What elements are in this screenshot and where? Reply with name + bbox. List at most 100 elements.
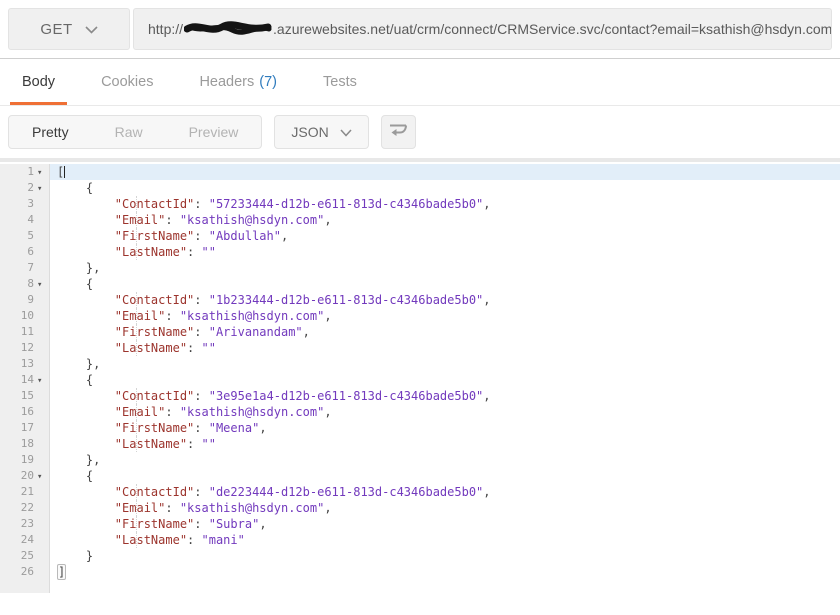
code-line: 10 "Email": "ksathish@hsdyn.com", <box>0 308 840 324</box>
code-line: 5 "FirstName": "Abdullah", <box>0 228 840 244</box>
code-line-text[interactable]: }, <box>50 260 840 276</box>
code-line-text[interactable]: "FirstName": "Abdullah", <box>50 228 840 244</box>
indent-guide <box>136 308 137 324</box>
gutter-cell: 21 <box>0 484 50 500</box>
code-line: 6 "LastName": "" <box>0 244 840 260</box>
response-view-toolbar: Pretty Raw Preview JSON <box>0 106 840 158</box>
view-pretty[interactable]: Pretty <box>9 116 92 148</box>
gutter-cell: 15 <box>0 388 50 404</box>
code-line-text[interactable]: "ContactId": "de223444-d12b-e611-813d-c4… <box>50 484 840 500</box>
headers-count-badge: (7) <box>259 74 277 90</box>
code-line-text[interactable]: "LastName": "mani" <box>50 532 840 548</box>
code-line: 13 }, <box>0 356 840 372</box>
fold-arrow-icon[interactable]: ▾ <box>37 472 42 482</box>
code-line-text[interactable]: "Email": "ksathish@hsdyn.com", <box>50 212 840 228</box>
wrap-text-button[interactable] <box>381 115 416 149</box>
response-body-editor[interactable]: 1▾[2▾ {3 "ContactId": "57233444-d12b-e61… <box>0 158 840 593</box>
line-number: 22 <box>21 500 34 516</box>
tab-tests[interactable]: Tests <box>311 59 369 105</box>
code-line: 1▾ [ <box>0 164 840 180</box>
code-line-text[interactable]: "ContactId": "1b233444-d12b-e611-813d-c4… <box>50 292 840 308</box>
code-line-text[interactable]: "LastName": "" <box>50 244 840 260</box>
indent-guide <box>136 196 137 212</box>
gutter-cell: 8▾ <box>0 276 50 292</box>
code-rows: 1▾[2▾ {3 "ContactId": "57233444-d12b-e61… <box>0 164 840 580</box>
indent-guide <box>136 340 137 356</box>
line-number: 1 <box>27 164 34 180</box>
text-cursor <box>64 166 65 178</box>
indent-guide <box>136 500 137 516</box>
tab-cookies[interactable]: Cookies <box>89 59 165 105</box>
code-line-text[interactable]: "LastName": "" <box>50 340 840 356</box>
line-number: 23 <box>21 516 34 532</box>
code-line-text[interactable]: }, <box>50 356 840 372</box>
line-number: 25 <box>21 548 34 564</box>
code-line-text[interactable]: "ContactId": "3e95e1a4-d12b-e611-813d-c4… <box>50 388 840 404</box>
code-line: 26] <box>0 564 840 580</box>
indent-guide <box>136 532 137 548</box>
code-line-text[interactable]: "FirstName": "Arivanandam", <box>50 324 840 340</box>
indent-guide <box>136 212 137 228</box>
tab-headers-label: Headers <box>199 74 254 90</box>
code-line-text[interactable]: "Email": "ksathish@hsdyn.com", <box>50 404 840 420</box>
gutter-cell: 9 <box>0 292 50 308</box>
code-line-text[interactable]: ] <box>50 564 840 580</box>
url-prefix: http:// <box>148 21 183 37</box>
line-number: 15 <box>21 388 34 404</box>
code-line: 22 "Email": "ksathish@hsdyn.com", <box>0 500 840 516</box>
code-line: 7 }, <box>0 260 840 276</box>
line-number: 16 <box>21 404 34 420</box>
fold-arrow-icon[interactable]: ▾ <box>37 280 42 290</box>
code-line-text[interactable]: { <box>50 276 840 292</box>
gutter-cell: 26 <box>0 564 50 580</box>
gutter-cell: 17 <box>0 420 50 436</box>
code-line-text[interactable]: "Email": "ksathish@hsdyn.com", <box>50 500 840 516</box>
code-line: 25 } <box>0 548 840 564</box>
code-line-text[interactable]: "FirstName": "Subra", <box>50 516 840 532</box>
gutter-cell: 18 <box>0 436 50 452</box>
redacted-host-scribble <box>184 19 272 40</box>
fold-arrow-icon[interactable]: ▾ <box>37 184 42 194</box>
view-raw[interactable]: Raw <box>92 116 166 148</box>
line-number: 8 <box>27 276 34 292</box>
code-line: 17 "FirstName": "Meena", <box>0 420 840 436</box>
tab-cookies-label: Cookies <box>101 74 153 90</box>
request-method-label: GET <box>40 21 72 38</box>
indent-guide <box>136 292 137 308</box>
tab-body[interactable]: Body <box>10 59 67 105</box>
code-line-text[interactable]: "FirstName": "Meena", <box>50 420 840 436</box>
code-line-text[interactable]: { <box>50 468 840 484</box>
code-line-text[interactable]: "LastName": "" <box>50 436 840 452</box>
line-number: 26 <box>21 564 34 580</box>
code-line-text[interactable]: }, <box>50 452 840 468</box>
code-line: 2▾ { <box>0 180 840 196</box>
request-url-input[interactable]: http:// .azurewebsites.net/uat/crm/conne… <box>133 8 832 50</box>
code-line-text[interactable]: } <box>50 548 840 564</box>
gutter-cell: 5 <box>0 228 50 244</box>
response-tab-bar: Body Cookies Headers (7) Tests <box>0 59 840 106</box>
code-line: 18 "LastName": "" <box>0 436 840 452</box>
view-preview[interactable]: Preview <box>166 116 262 148</box>
format-dropdown[interactable]: JSON <box>274 115 368 149</box>
code-line-text[interactable]: "ContactId": "57233444-d12b-e611-813d-c4… <box>50 196 840 212</box>
tab-headers[interactable]: Headers (7) <box>187 59 289 105</box>
line-number: 21 <box>21 484 34 500</box>
code-line-text[interactable]: { <box>50 372 840 388</box>
code-line-text[interactable]: "Email": "ksathish@hsdyn.com", <box>50 308 840 324</box>
gutter-cell: 23 <box>0 516 50 532</box>
gutter-filler <box>0 580 840 593</box>
fold-arrow-icon[interactable]: ▾ <box>37 376 42 386</box>
code-line: 11 "FirstName": "Arivanandam", <box>0 324 840 340</box>
gutter-cell: 2▾ <box>0 180 50 196</box>
line-number: 20 <box>21 468 34 484</box>
line-number: 2 <box>27 180 34 196</box>
code-line-text[interactable]: [ <box>50 164 840 180</box>
gutter-cell: 22 <box>0 500 50 516</box>
tab-body-label: Body <box>22 74 55 90</box>
fold-arrow-icon[interactable]: ▾ <box>37 168 42 178</box>
line-number: 11 <box>21 324 34 340</box>
code-line-text[interactable]: { <box>50 180 840 196</box>
line-number: 14 <box>21 372 34 388</box>
gutter-cell: 12 <box>0 340 50 356</box>
request-method-dropdown[interactable]: GET <box>8 8 130 50</box>
